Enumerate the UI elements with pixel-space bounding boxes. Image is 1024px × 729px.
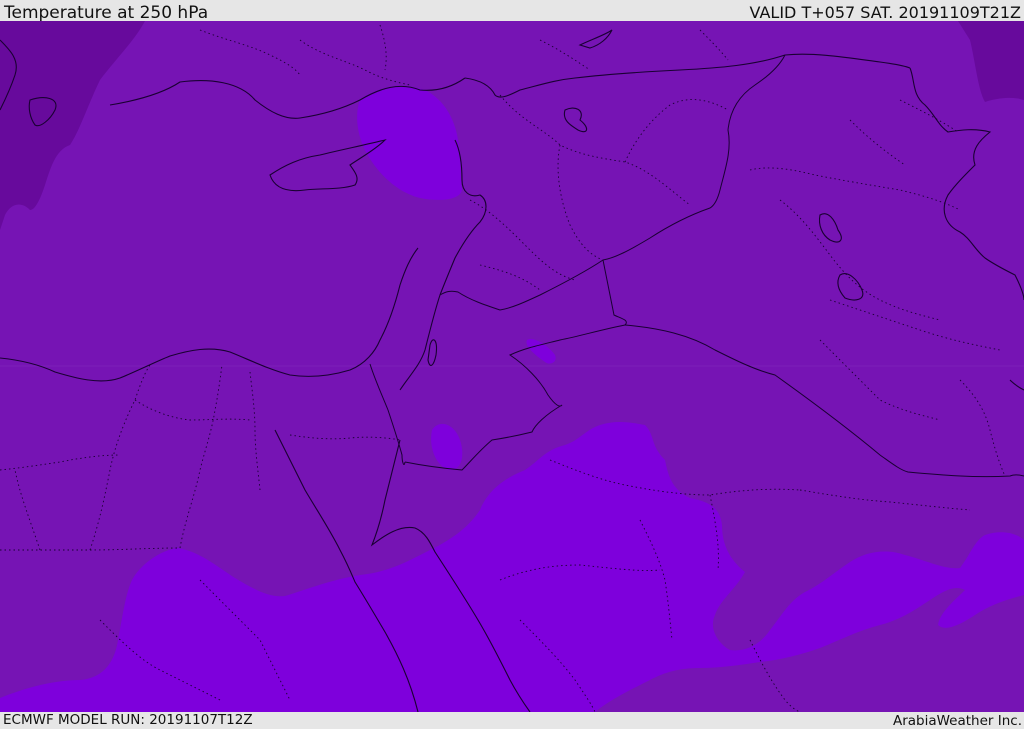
temperature-map — [0, 21, 1024, 712]
model-run-label: ECMWF MODEL RUN: 20191107T12Z — [3, 712, 253, 728]
map-title: Temperature at 250 hPa — [4, 3, 209, 23]
credit-label: ArabiaWeather Inc. — [892, 713, 1022, 729]
valid-time-label: VALID T+057 SAT. 20191109T21Z — [749, 3, 1021, 22]
footer-bar: ECMWF MODEL RUN: 20191107T12Z ArabiaWeat… — [0, 712, 1024, 729]
header-bar: Temperature at 250 hPa VALID T+057 SAT. … — [0, 0, 1024, 23]
map-viewer: Temperature at 250 hPa VALID T+057 SAT. … — [0, 0, 1024, 729]
